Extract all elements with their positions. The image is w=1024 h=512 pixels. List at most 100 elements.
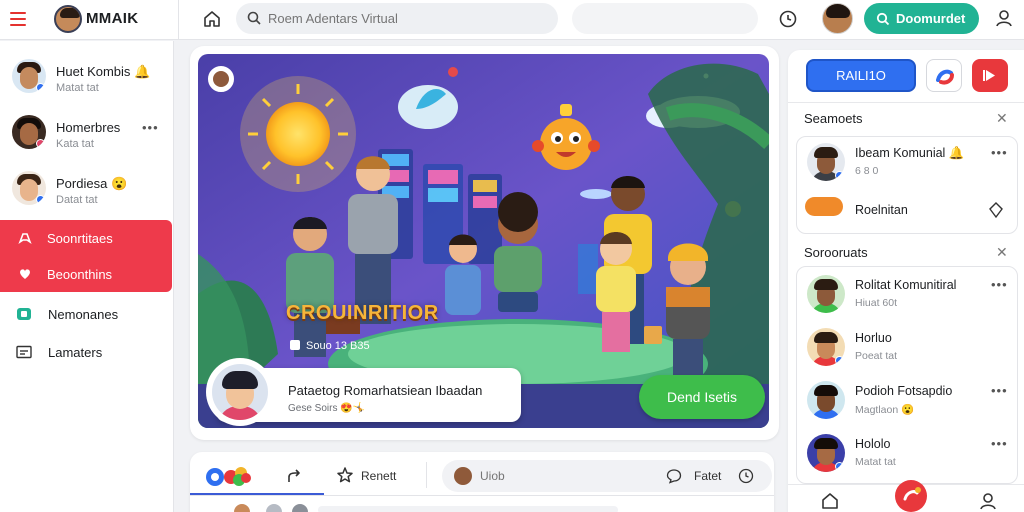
avatar bbox=[807, 434, 845, 472]
star-icon[interactable] bbox=[336, 466, 354, 484]
list-item[interactable]: Horluo Poeat tat bbox=[797, 322, 1019, 372]
list-item[interactable]: Rolitat Komunitiral Hiuat 60t ••• bbox=[797, 269, 1019, 319]
host-title: Pataetog Romarhatsiean Ibaadan bbox=[288, 383, 483, 398]
primary-action-button[interactable]: RAILI1O bbox=[806, 59, 916, 92]
bottom-nav bbox=[788, 480, 1024, 512]
nav-label: Nemonanes bbox=[48, 306, 119, 322]
nav-item-soonrtitaes[interactable]: Soonrtitaes bbox=[0, 220, 172, 256]
suggestions-box: Ibeam Komunial 🔔 6 8 0 ••• Roelnitan bbox=[796, 136, 1018, 234]
avatar bbox=[807, 143, 845, 181]
remind-label[interactable]: Renett bbox=[361, 469, 396, 483]
layout-icon bbox=[16, 345, 32, 359]
featured-post-card: CROUINRITIOR Souo 13 B35 Pataetog Romarh… bbox=[190, 46, 779, 440]
user-icon[interactable] bbox=[994, 8, 1014, 28]
nav-item-beoonthins[interactable]: Beoonthins bbox=[0, 256, 172, 292]
avatar bbox=[12, 59, 46, 93]
reactions-icon[interactable] bbox=[204, 465, 252, 487]
item-name: Rolitat Komunitiral bbox=[855, 278, 957, 292]
avatar bbox=[807, 381, 845, 419]
play-icon bbox=[983, 70, 995, 81]
host-avatar[interactable] bbox=[206, 358, 274, 426]
section-title: Sorooruats bbox=[804, 245, 868, 260]
video-button[interactable] bbox=[972, 59, 1008, 92]
more-options-icon[interactable]: ••• bbox=[991, 145, 1008, 160]
search-input[interactable] bbox=[268, 9, 538, 28]
nav-label: Beoonthins bbox=[47, 266, 113, 282]
chat-subtitle: Datat tat bbox=[56, 194, 98, 206]
avatar bbox=[12, 115, 46, 149]
meta-icon bbox=[290, 340, 300, 350]
divider bbox=[190, 495, 774, 496]
nav-item-nemonanes[interactable]: Nemonanes bbox=[0, 296, 172, 332]
item-subtitle: Hiuat 60t bbox=[855, 297, 898, 309]
home-icon[interactable] bbox=[820, 491, 840, 511]
host-subtitle: Gese Soirs 😍🤸 bbox=[288, 403, 366, 414]
share-icon[interactable] bbox=[286, 467, 304, 485]
pin-icon[interactable] bbox=[987, 201, 1005, 219]
search-bar[interactable] bbox=[236, 3, 558, 34]
featured-image[interactable]: CROUINRITIOR Souo 13 B35 Pataetog Romarh… bbox=[198, 54, 769, 428]
hero-meta: Souo 13 B35 bbox=[290, 340, 370, 352]
close-icon[interactable]: ✕ bbox=[996, 244, 1008, 261]
item-name: Podioh Fotsapdio bbox=[855, 384, 953, 398]
left-sidebar: Huet Kombis 🔔 Matat tat Homerbres Kata t… bbox=[0, 41, 174, 512]
controller-icon bbox=[18, 233, 32, 245]
hero-title: CROUINRITIOR bbox=[286, 302, 439, 324]
next-row-preview bbox=[234, 504, 618, 512]
menu-icon[interactable] bbox=[10, 12, 26, 26]
item-name[interactable]: Roelnitan bbox=[855, 203, 908, 217]
more-options-icon[interactable]: ••• bbox=[142, 120, 159, 135]
chat-item[interactable]: Huet Kombis 🔔 Matat tat bbox=[0, 51, 172, 103]
nav-label: Soonrtitaes bbox=[47, 230, 113, 246]
item-subtitle: 6 8 0 bbox=[855, 165, 879, 177]
status-pill bbox=[805, 197, 843, 216]
join-button[interactable]: Dend Isetis bbox=[639, 375, 765, 419]
item-name: Hololo bbox=[855, 437, 891, 451]
chat-name: Pordiesa 😮 bbox=[56, 176, 128, 191]
more-options-icon[interactable]: ••• bbox=[991, 383, 1008, 398]
comment-box[interactable]: Fatet bbox=[442, 460, 772, 492]
right-column: RAILI1O Seamoets ✕ Ibeam Komunial 🔔 6 8 … bbox=[788, 50, 1024, 512]
list-item[interactable]: Ibeam Komunial 🔔 6 8 0 ••• bbox=[797, 137, 1019, 187]
nav-item-lamaters[interactable]: Lamaters bbox=[0, 334, 172, 370]
clock-icon[interactable] bbox=[778, 9, 798, 29]
create-post-icon[interactable] bbox=[894, 479, 928, 512]
divider bbox=[788, 102, 1024, 103]
comment-input[interactable] bbox=[480, 468, 600, 484]
avatar bbox=[454, 467, 472, 485]
list-item[interactable]: Hololo Matat tat ••• bbox=[797, 428, 1019, 478]
home-icon[interactable] bbox=[202, 9, 222, 29]
close-icon[interactable]: ✕ bbox=[996, 110, 1008, 127]
emoji-icon[interactable] bbox=[738, 468, 754, 484]
search-icon bbox=[876, 12, 890, 25]
brand-button[interactable] bbox=[926, 59, 962, 92]
item-name: Ibeam Komunial 🔔 bbox=[855, 146, 965, 160]
recommendations-box: Rolitat Komunitiral Hiuat 60t ••• Horluo… bbox=[796, 266, 1018, 484]
host-info-card[interactable]: Pataetog Romarhatsiean Ibaadan Gese Soir… bbox=[206, 358, 521, 426]
translate-label[interactable]: Fatet bbox=[694, 469, 721, 483]
more-options-icon[interactable]: ••• bbox=[991, 436, 1008, 451]
section-title: Seamoets bbox=[804, 111, 863, 126]
user-icon[interactable] bbox=[978, 491, 998, 511]
more-options-icon[interactable]: ••• bbox=[991, 277, 1008, 292]
swirl-icon bbox=[936, 69, 954, 85]
item-subtitle: Matat tat bbox=[855, 456, 896, 468]
avatar bbox=[807, 328, 845, 366]
list-item[interactable]: Podioh Fotsapdio Magtlaon 😮 ••• bbox=[797, 375, 1019, 425]
chat-subtitle: Kata tat bbox=[56, 138, 94, 150]
chat-subtitle: Matat tat bbox=[56, 82, 99, 94]
chat-item[interactable]: Homerbres Kata tat ••• bbox=[0, 107, 172, 159]
nav-label: Lamaters bbox=[48, 344, 103, 360]
doc-button-label: Doomurdet bbox=[896, 11, 966, 26]
chat-name: Homerbres bbox=[56, 120, 121, 135]
host-avatar-small[interactable] bbox=[208, 66, 234, 92]
item-subtitle: Poeat tat bbox=[855, 350, 898, 362]
secondary-search-field[interactable] bbox=[572, 3, 758, 34]
divider bbox=[426, 462, 427, 488]
chat-name: Huet Kombis 🔔 bbox=[56, 64, 151, 79]
doc-button[interactable]: Doomurdet bbox=[864, 3, 979, 34]
chat-item[interactable]: Pordiesa 😮 Datat tat bbox=[0, 163, 172, 215]
post-actions-card: Renett Fatet bbox=[190, 452, 774, 512]
chat-bubble-icon[interactable] bbox=[666, 468, 682, 484]
profile-avatar[interactable] bbox=[822, 3, 853, 34]
